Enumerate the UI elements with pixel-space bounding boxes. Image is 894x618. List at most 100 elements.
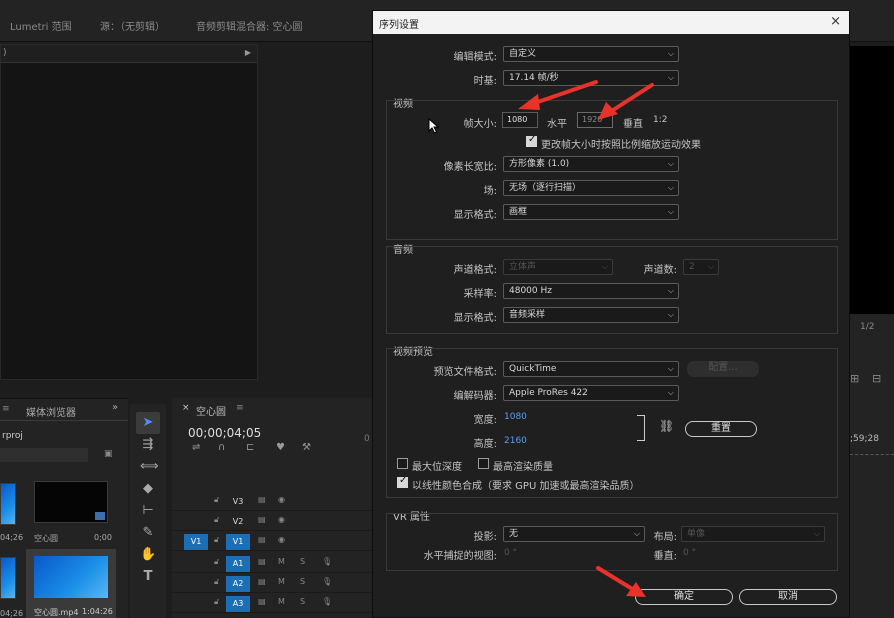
track-row: 🔓︎ V2 ▤ ◉ xyxy=(172,512,376,531)
tab-source[interactable]: 源：（无剪辑） xyxy=(100,18,165,33)
mic-icon[interactable]: 🎙︎ xyxy=(322,597,332,606)
linked-selection-icon[interactable]: ⊏ xyxy=(246,442,254,453)
solo-icon[interactable]: S xyxy=(300,577,305,586)
sync-lock-icon[interactable]: ▤ xyxy=(258,597,266,606)
slip-tool-icon[interactable]: ⊢ xyxy=(140,503,156,519)
dialog-title: 序列设置 xyxy=(379,20,419,31)
chevron-down-icon: ⌵ xyxy=(707,262,714,271)
clip-thumbnail-2[interactable] xyxy=(0,557,16,599)
lock-icon[interactable]: 🔓︎ xyxy=(214,597,219,607)
sample-rate-select[interactable]: 48000 Hz ⌵ xyxy=(503,283,679,299)
selected-clip-card[interactable]: 空心圆.mp4 1:04:26 xyxy=(26,549,116,618)
track-select-tool-icon[interactable]: ⇶ xyxy=(140,437,156,453)
audio-display-format-select[interactable]: 音频采样 ⌵ xyxy=(503,307,679,323)
track-label[interactable]: V3 xyxy=(226,494,250,510)
type-tool-icon[interactable]: T xyxy=(140,569,156,585)
track-label[interactable]: A2 xyxy=(226,576,250,592)
v-view-value[interactable]: 0 ° xyxy=(683,548,696,558)
annotation-arrow-frame-height xyxy=(598,83,654,120)
settings-wrench-icon[interactable]: ⚒ xyxy=(302,442,311,453)
preview-height-value[interactable]: 2160 xyxy=(504,436,527,446)
lock-icon[interactable]: 🔓︎ xyxy=(214,515,219,525)
playhead-timecode[interactable]: 00;00;04;05 xyxy=(188,426,261,440)
sync-lock-icon[interactable]: ▤ xyxy=(258,557,266,566)
preview-width-value[interactable]: 1080 xyxy=(504,412,527,422)
solo-icon[interactable]: S xyxy=(300,557,305,566)
sequence-thumbnail[interactable] xyxy=(34,481,108,523)
sync-lock-icon[interactable]: ▤ xyxy=(258,577,266,586)
nest-icon[interactable]: ⇌ xyxy=(192,442,200,453)
track-label[interactable]: V1 xyxy=(226,534,250,550)
edit-mode-select[interactable]: 自定义 ⌵ xyxy=(503,46,679,62)
mic-icon[interactable]: 🎙︎ xyxy=(322,577,332,586)
layout-select[interactable]: 单像 ⌵ xyxy=(681,526,825,542)
panel-menu-icon[interactable]: ≡ xyxy=(2,404,10,414)
h-view-value[interactable]: 0 ° xyxy=(504,548,517,558)
mute-icon[interactable]: M xyxy=(278,597,285,606)
codec-select[interactable]: Apple ProRes 422 ⌵ xyxy=(503,385,679,401)
track-label[interactable]: V2 xyxy=(226,514,250,530)
project-search-input[interactable] xyxy=(0,448,88,462)
tab-media-browser[interactable]: 媒体浏览器 xyxy=(26,404,76,419)
track-headers: 🔓︎ V3 ▤ ◉ 🔓︎ V2 ▤ ◉ V1 🔓︎ V1 ▤ ◉ 🔓︎ A1 ▤… xyxy=(172,492,376,618)
pixel-aspect-label: 像素长宽比: xyxy=(443,162,497,173)
channels-select[interactable]: 2 ⌵ xyxy=(683,259,719,275)
linear-color-label: 以线性颜色合成（要求 GPU 加速或最高渲染品质） xyxy=(412,481,640,492)
new-bin-icon[interactable]: ▣ xyxy=(104,449,113,459)
reset-button[interactable]: 重置 xyxy=(685,421,757,437)
track-label[interactable]: A3 xyxy=(226,596,250,612)
source-patch-v1[interactable]: V1 xyxy=(184,534,208,550)
more-panels-icon[interactable]: » xyxy=(112,402,118,413)
ripple-edit-tool-icon[interactable]: ⟺ xyxy=(140,459,159,475)
lock-icon[interactable]: 🔓︎ xyxy=(214,535,219,545)
snap-icon[interactable]: ∩ xyxy=(218,442,225,453)
max-depth-checkbox[interactable] xyxy=(397,458,408,469)
eye-icon[interactable]: ◉ xyxy=(278,495,285,504)
lock-icon[interactable]: 🔓︎ xyxy=(214,557,219,567)
chain-link-icon[interactable]: ⛓︎ xyxy=(659,419,674,433)
solo-icon[interactable]: S xyxy=(300,597,305,606)
track-row: 🔓︎ A2 ▤ M S 🎙︎ xyxy=(172,574,376,593)
cancel-button[interactable]: 取消 xyxy=(739,589,837,605)
close-tab-icon[interactable]: × xyxy=(182,403,190,413)
pixel-aspect-select[interactable]: 方形像素 (1.0) ⌵ xyxy=(503,156,679,172)
eye-icon[interactable]: ◉ xyxy=(278,515,285,524)
preview-format-select[interactable]: QuickTime ⌵ xyxy=(503,361,679,377)
marker-icon[interactable]: ♥ xyxy=(276,442,285,453)
selection-tool-icon[interactable]: ➤ xyxy=(140,415,156,431)
razor-tool-icon[interactable]: ◆ xyxy=(140,481,156,497)
configure-button[interactable]: 配置... xyxy=(687,361,759,377)
hand-tool-icon[interactable]: ✋ xyxy=(140,547,156,563)
tab-lumetri-scopes[interactable]: Lumetri 范围 xyxy=(10,18,72,33)
linear-color-checkbox[interactable] xyxy=(397,475,408,488)
eye-icon[interactable]: ◉ xyxy=(278,535,285,544)
mic-icon[interactable]: 🎙︎ xyxy=(322,557,332,566)
sync-lock-icon[interactable]: ▤ xyxy=(258,515,266,524)
source-monitor: ) ▶ xyxy=(0,44,258,380)
export-frame-icon[interactable]: ⊞ xyxy=(850,372,859,385)
play-arrow-icon[interactable]: ▶ xyxy=(245,48,251,57)
projection-select[interactable]: 无 ⌵ xyxy=(503,526,645,542)
close-icon[interactable]: × xyxy=(830,14,841,29)
sync-lock-icon[interactable]: ▤ xyxy=(258,535,266,544)
track-label[interactable]: A1 xyxy=(226,556,250,572)
fields-select[interactable]: 无场（逐行扫描） ⌵ xyxy=(503,180,679,196)
tab-sequence[interactable]: 空心圆 xyxy=(196,403,226,418)
lock-icon[interactable]: 🔓︎ xyxy=(214,495,219,505)
compare-icon[interactable]: ⊟ xyxy=(872,372,881,385)
tab-audio-mixer[interactable]: 音频剪辑混合器: 空心圆 xyxy=(196,18,303,33)
timeline-panel: × 空心圆 ≡ 00;00;04;05 ⇌ ∩ ⊏ ♥ ⚒ 0 🔓︎ V3 ▤ … xyxy=(172,398,376,618)
sync-lock-icon[interactable]: ▤ xyxy=(258,495,266,504)
mute-icon[interactable]: M xyxy=(278,557,285,566)
scale-motion-checkbox[interactable] xyxy=(526,134,537,147)
channel-format-select[interactable]: 立体声 ⌵ xyxy=(503,259,613,275)
mute-icon[interactable]: M xyxy=(278,577,285,586)
pen-tool-icon[interactable]: ✎ xyxy=(140,525,156,541)
clip-thumbnail[interactable] xyxy=(0,483,16,525)
lock-icon[interactable]: 🔓︎ xyxy=(214,577,219,587)
projection-value: 无 xyxy=(509,529,519,539)
max-quality-checkbox[interactable] xyxy=(478,458,489,469)
video-display-format-select[interactable]: 画框 ⌵ xyxy=(503,204,679,220)
tab-menu-icon[interactable]: ≡ xyxy=(236,403,244,413)
zoom-level[interactable]: 1/2 xyxy=(860,322,874,332)
